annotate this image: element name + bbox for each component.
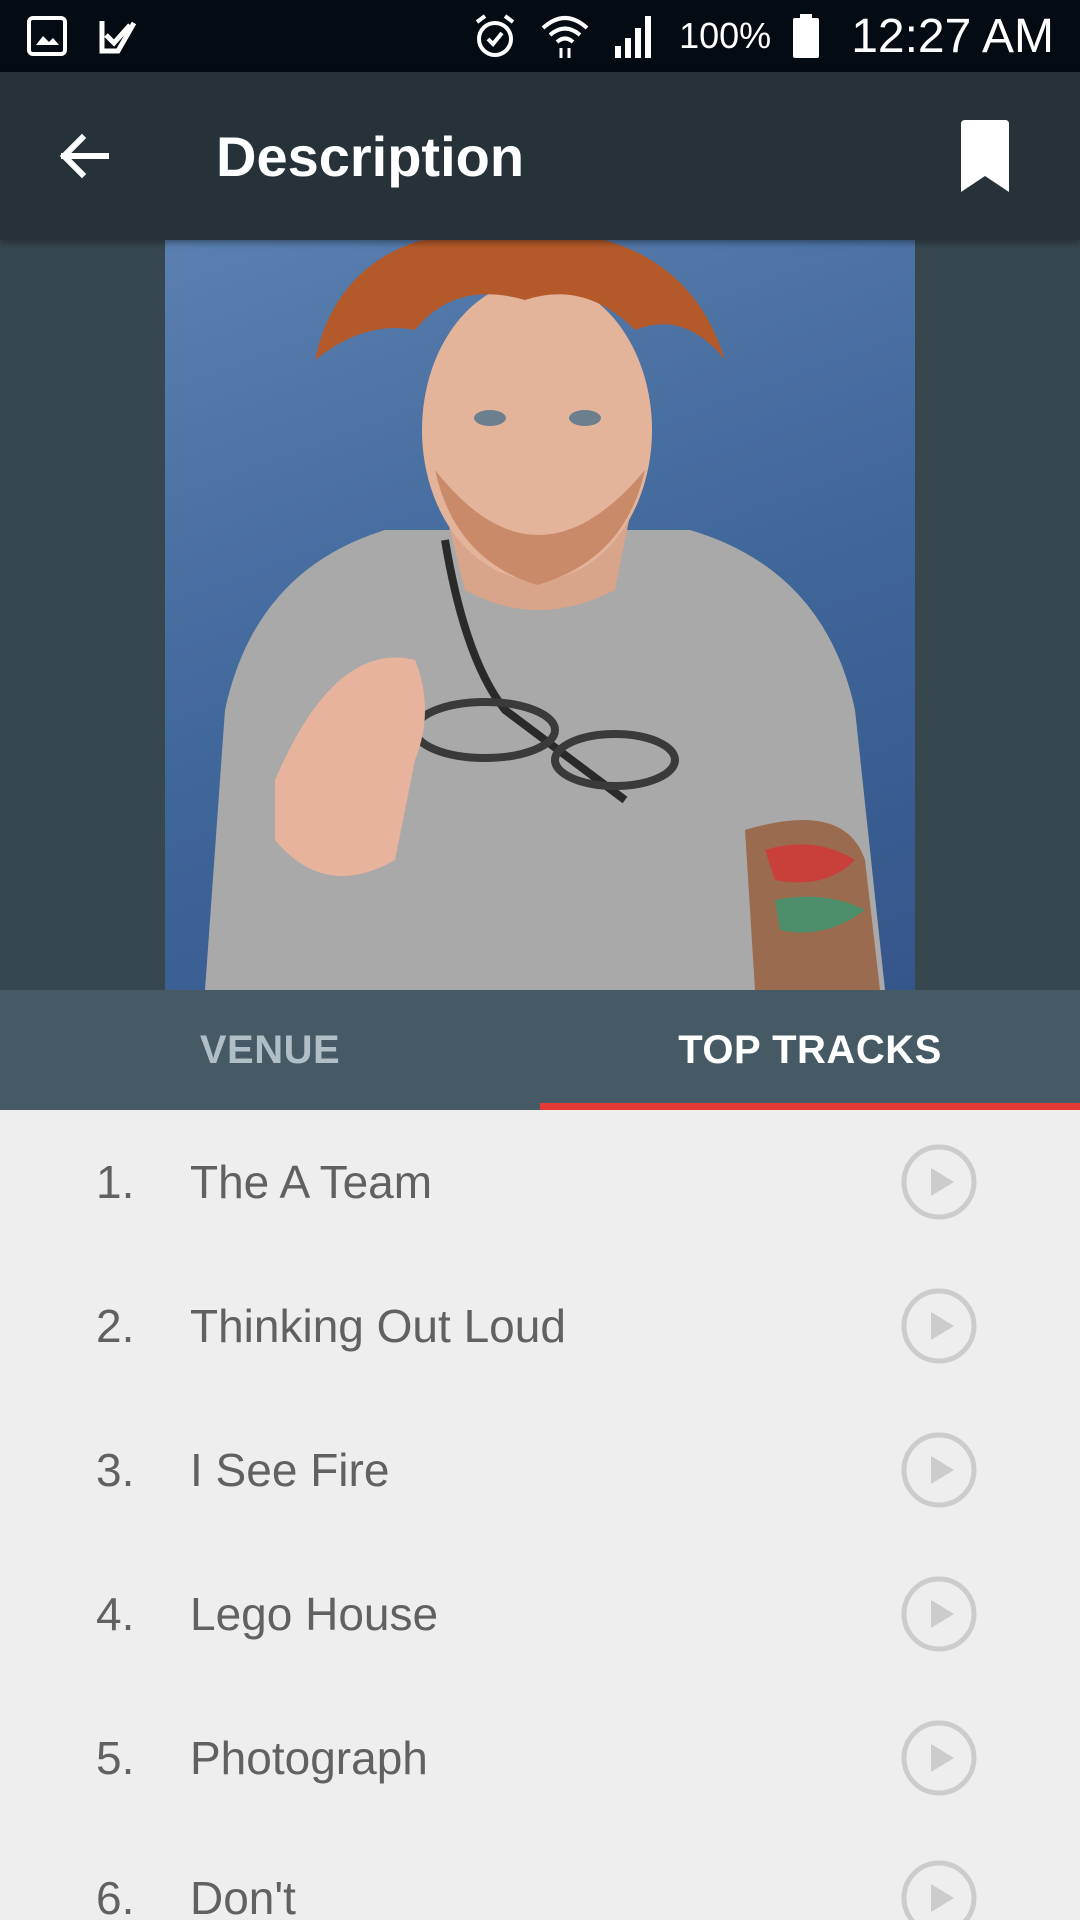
track-row[interactable]: 1. The A Team <box>0 1110 1080 1254</box>
bookmark-button[interactable] <box>930 101 1040 211</box>
play-button[interactable] <box>900 1859 978 1920</box>
track-number: 6. <box>96 1872 135 1920</box>
track-title: Photograph <box>190 1732 428 1784</box>
battery-icon <box>791 12 821 60</box>
tab-indicator <box>540 1103 1080 1110</box>
page-title: Description <box>216 124 525 188</box>
gallery-icon <box>26 15 68 57</box>
track-row[interactable]: 4. Lego House <box>0 1542 1080 1686</box>
signal-icon <box>611 12 659 60</box>
check-icon <box>96 15 138 57</box>
track-list: 1. The A Team 2. Thinking Out Loud 3. I … <box>0 1110 1080 1920</box>
status-bar: 100% 12:27 AM <box>0 0 1080 72</box>
play-button[interactable] <box>900 1287 978 1365</box>
track-row[interactable]: 3. I See Fire <box>0 1398 1080 1542</box>
status-left <box>0 15 138 57</box>
track-number: 3. <box>96 1444 135 1496</box>
alarm-icon <box>471 12 519 60</box>
play-icon <box>901 1860 977 1920</box>
tab-bar: VENUE TOP TRACKS <box>0 990 1080 1110</box>
play-icon <box>901 1720 977 1796</box>
track-number: 2. <box>96 1300 135 1352</box>
track-number: 4. <box>96 1588 135 1640</box>
track-number: 1. <box>96 1156 135 1208</box>
track-title: Thinking Out Loud <box>190 1300 566 1352</box>
play-icon <box>901 1288 977 1364</box>
play-icon <box>901 1576 977 1652</box>
track-title: I See Fire <box>190 1444 390 1496</box>
track-number: 5. <box>96 1732 135 1784</box>
play-button[interactable] <box>900 1575 978 1653</box>
track-title: The A Team <box>190 1156 433 1208</box>
track-title: Don't <box>190 1872 296 1920</box>
artist-photo <box>165 240 915 990</box>
bookmark-icon <box>961 120 1009 192</box>
status-right: 100% 12:27 AM <box>471 9 1080 64</box>
back-button[interactable] <box>24 96 144 216</box>
wifi-icon <box>539 12 591 60</box>
play-icon <box>901 1144 977 1220</box>
play-button[interactable] <box>900 1143 978 1221</box>
arrow-back-icon <box>59 133 109 179</box>
tab-venue[interactable]: VENUE <box>0 990 540 1110</box>
play-button[interactable] <box>900 1431 978 1509</box>
hero-section <box>0 240 1080 990</box>
track-row[interactable]: 6. Don't <box>0 1826 1080 1920</box>
track-row[interactable]: 5. Photograph <box>0 1686 1080 1830</box>
track-row[interactable]: 2. Thinking Out Loud <box>0 1254 1080 1398</box>
app-bar: Description <box>0 72 1080 240</box>
play-button[interactable] <box>900 1719 978 1797</box>
tab-top-tracks[interactable]: TOP TRACKS <box>540 990 1080 1110</box>
clock: 12:27 AM <box>851 9 1054 63</box>
track-title: Lego House <box>190 1588 439 1640</box>
play-icon <box>901 1432 977 1508</box>
tab-top-tracks-label: TOP TRACKS <box>678 1027 942 1072</box>
battery-percentage: 100% <box>679 15 772 56</box>
